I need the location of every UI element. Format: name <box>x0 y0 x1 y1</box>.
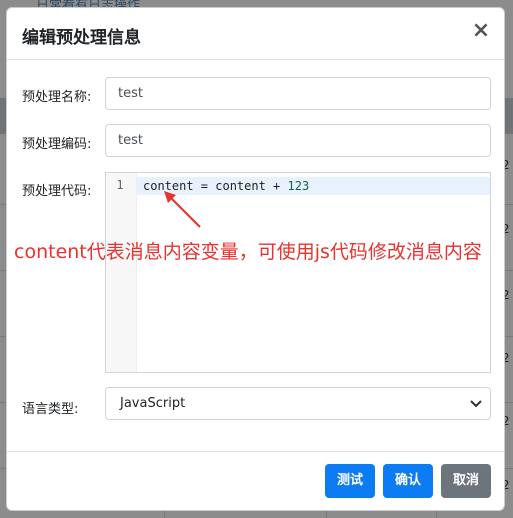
edit-preprocess-dialog: 编辑预处理信息 × 预处理名称: test 预处理编码: test 预处理代码:… <box>6 7 505 511</box>
cancel-button[interactable]: 取消 <box>441 464 491 498</box>
code-number-literal: 123 <box>287 179 310 193</box>
close-button[interactable]: × <box>470 20 492 44</box>
language-select-value: JavaScript <box>120 396 186 411</box>
language-label: 语言类型: <box>22 402 79 417</box>
dialog-footer: 测试 确认 取消 <box>7 451 504 510</box>
code-input-value: test <box>118 133 143 148</box>
test-button[interactable]: 测试 <box>325 464 375 498</box>
annotation-arrow-icon <box>164 191 201 228</box>
dialog-header: 编辑预处理信息 × <box>7 8 504 60</box>
code-label: 预处理编码: <box>22 137 92 152</box>
chevron-down-icon <box>470 400 482 408</box>
name-input[interactable]: test <box>105 77 491 110</box>
line-number: 1 <box>116 178 124 192</box>
language-select[interactable]: JavaScript <box>105 387 491 420</box>
dialog-title: 编辑预处理信息 <box>22 28 141 48</box>
code-input[interactable]: test <box>105 124 491 157</box>
name-label: 预处理名称: <box>22 90 92 105</box>
confirm-button[interactable]: 确认 <box>383 464 433 498</box>
name-input-value: test <box>118 86 143 101</box>
editor-gutter: 1 <box>106 173 137 372</box>
annotation-text: content代表消息内容变量，可使用js代码修改消息内容 <box>14 241 482 263</box>
script-label: 预处理代码: <box>22 184 92 199</box>
